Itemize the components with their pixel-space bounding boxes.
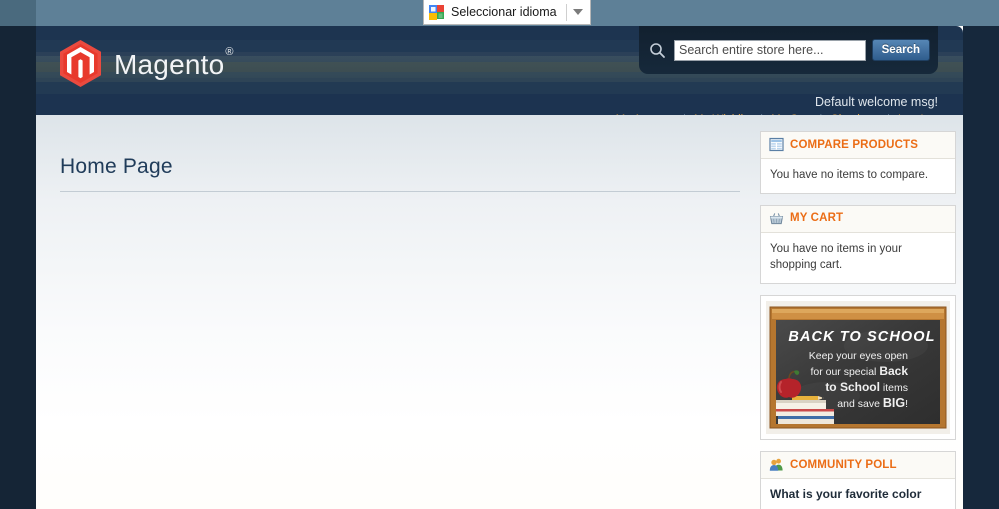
svg-text:Keep your eyes open: Keep your eyes open [809,350,908,362]
backdrop-left-gutter [0,26,36,509]
my-cart-body: You have no items in your shopping cart. [770,242,902,272]
svg-text:BACK TO SCHOOL: BACK TO SCHOOL [788,329,935,345]
content-area: Home Page COMPARE PRODUCTS You have no i… [36,115,963,509]
screen-root: Seleccionar idioma Magento® Search entir… [0,0,999,509]
sidebar: COMPARE PRODUCTS You have no items to co… [760,131,956,509]
block-my-cart: MY CART You have no items in your shoppi… [760,204,956,285]
magento-hexagon-logo [60,40,101,87]
block-compare-products: COMPARE PRODUCTS You have no items to co… [760,131,956,194]
search-bar: Search [639,26,938,74]
community-poll-body: What is your favorite color Green [761,479,955,509]
shopping-basket-icon [769,211,784,226]
my-cart-header: MY CART [761,205,955,233]
search-button[interactable]: Search [871,39,930,61]
page-title: Home Page [60,155,173,178]
poll-question: What is your favorite color [770,487,922,502]
google-translate-bar: Seleccionar idioma [0,0,999,26]
svg-text:for our special Back: for our special Back [810,364,908,378]
store-logo[interactable]: Magento® [60,40,233,87]
title-divider [60,191,740,192]
back-to-school-banner[interactable]: BACK TO SCHOOL Keep your eyes open for o… [766,301,950,435]
logo-word-text: Magento [114,48,225,80]
compare-list-icon [769,137,784,152]
store-header: Magento® Search Default welcome msg! [36,26,963,115]
svg-text:to School items: to School items [825,380,908,394]
chevron-down-icon[interactable] [573,9,583,15]
svg-text:and save BIG!: and save BIG! [837,396,908,410]
main-column: Home Page [60,115,750,192]
community-poll-title: COMMUNITY POLL [790,458,897,471]
language-selector-label: Seleccionar idioma [451,5,557,19]
divider [566,3,567,21]
community-people-icon [769,457,784,472]
registered-mark: ® [225,46,234,59]
search-icon [649,42,666,59]
search-input[interactable] [674,39,866,61]
block-community-poll: COMMUNITY POLL What is your favorite col… [760,451,956,509]
community-poll-header: COMMUNITY POLL [761,452,955,480]
welcome-message: Default welcome msg! [815,95,938,109]
compare-products-title: COMPARE PRODUCTS [790,138,919,151]
compare-products-header: COMPARE PRODUCTS [761,132,955,159]
my-cart-title: MY CART [790,212,844,225]
banner-block[interactable]: BACK TO SCHOOL Keep your eyes open for o… [760,295,956,441]
google-translate-icon [428,4,445,21]
store-page: Magento® Search Default welcome msg! My … [36,26,963,509]
language-selector[interactable]: Seleccionar idioma [423,0,591,25]
compare-products-body: You have no items to compare. [770,169,929,181]
store-logo-text: Magento® [114,46,234,81]
